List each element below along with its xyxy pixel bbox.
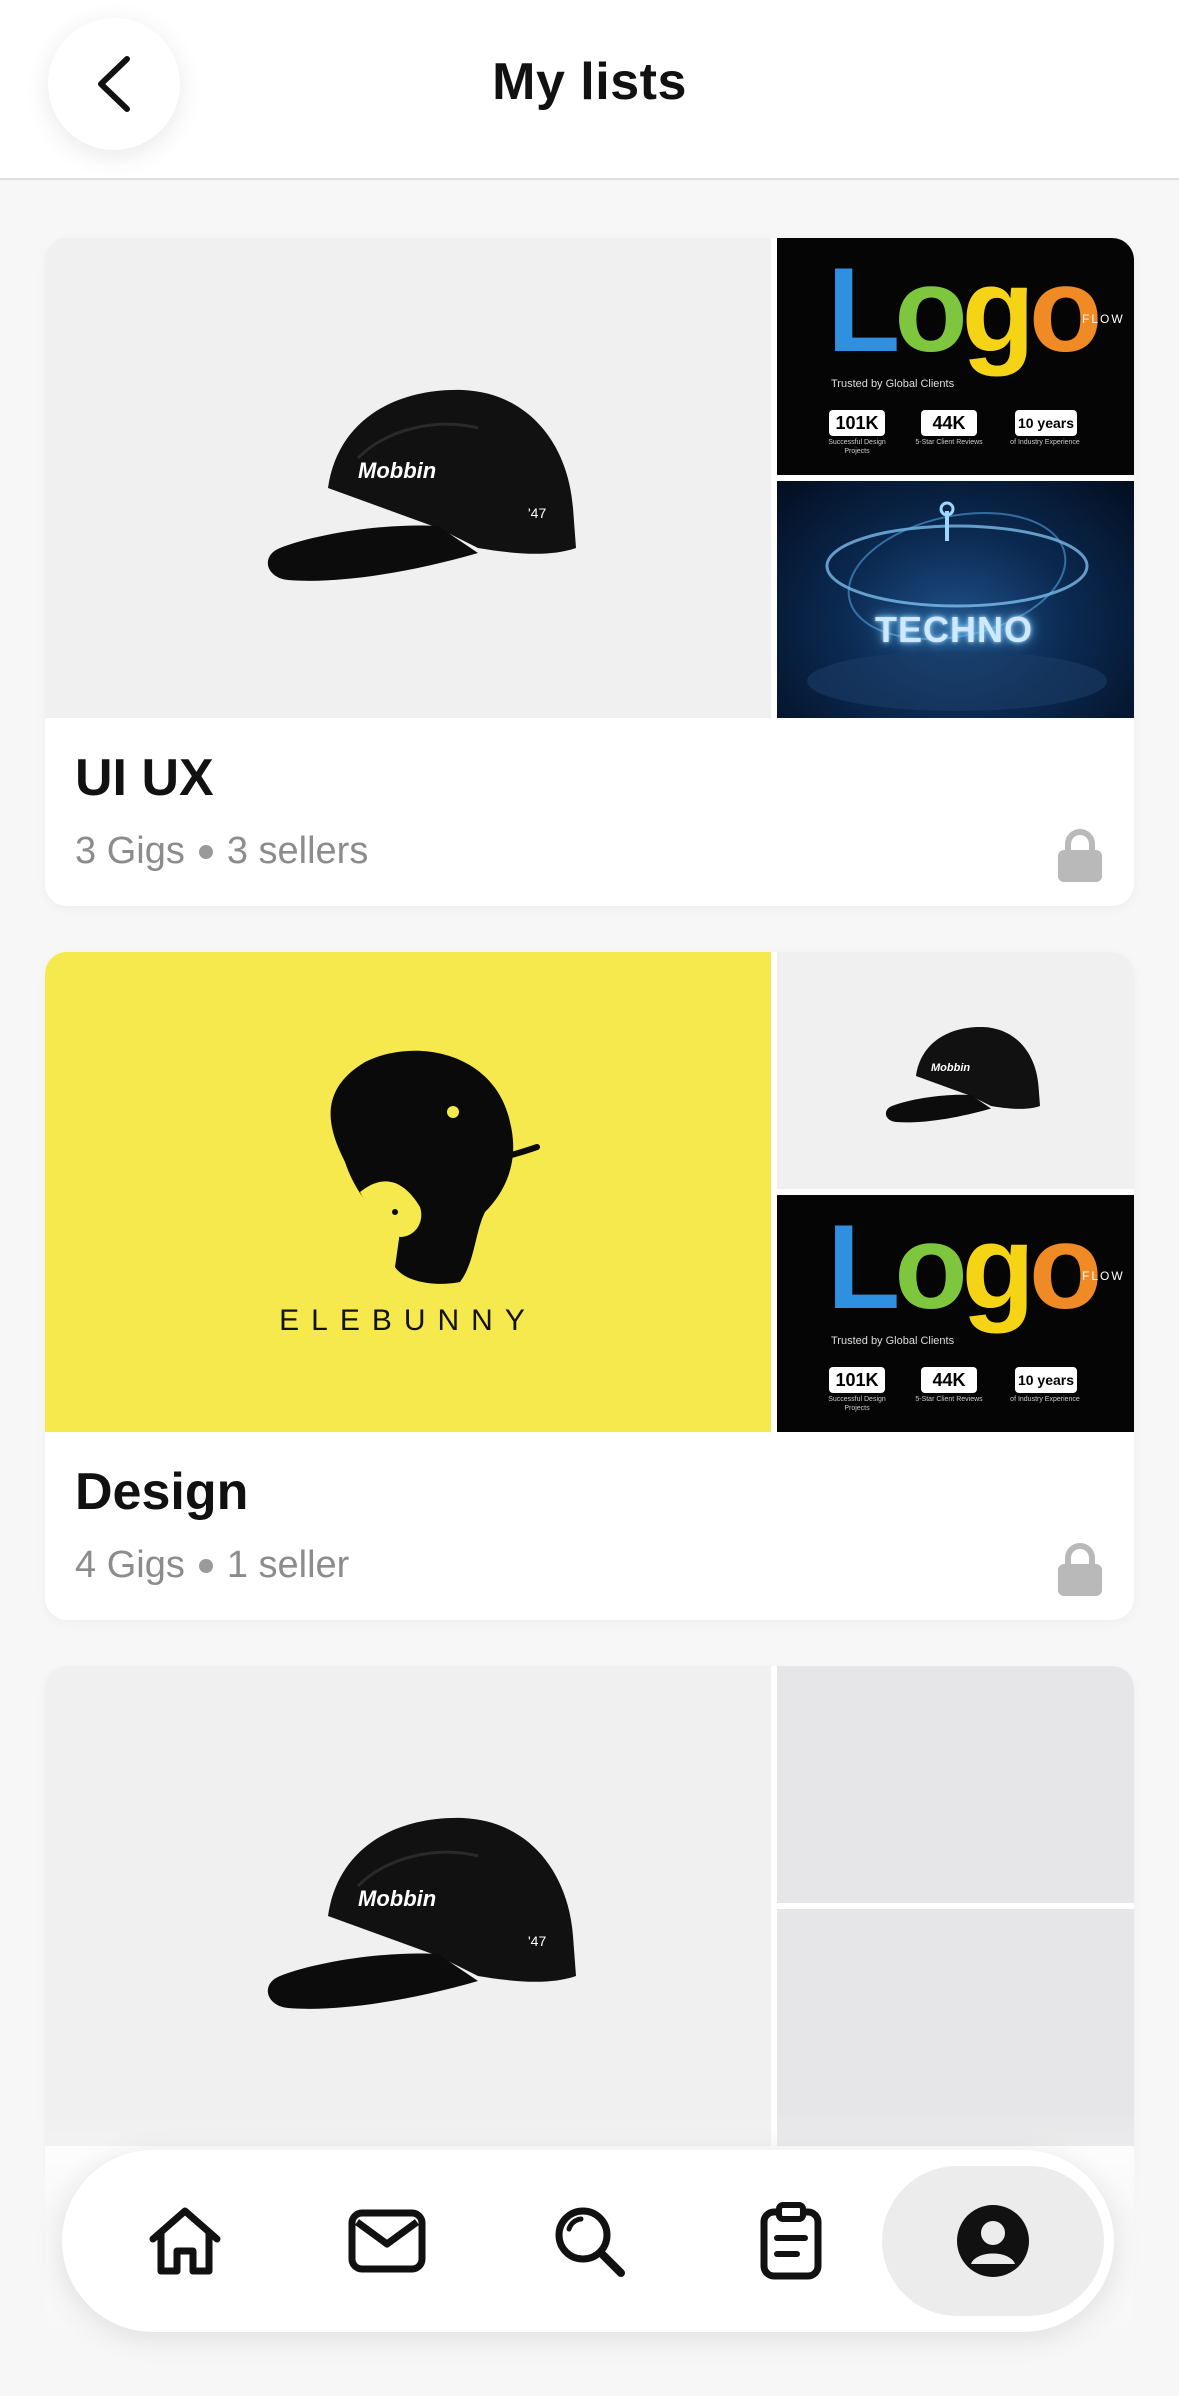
logo-flow-image: Logo FLOW Trusted by Global Clients 101K…	[777, 1195, 1134, 1432]
list-card-images: Mobbin '47 Logo FLOW Trusted by Global C…	[45, 238, 1134, 718]
bottom-nav	[62, 2150, 1114, 2332]
top-bar: My lists	[0, 0, 1179, 180]
list-title: UI UX	[75, 749, 214, 807]
elebunny-text: ELEBUNNY	[279, 1304, 537, 1337]
cap-product-image: Mobbin	[777, 952, 1134, 1189]
logo-flow-tag: FLOW	[1082, 312, 1125, 326]
logo-flow-trusted: Trusted by Global Clients	[831, 1335, 955, 1347]
logo-flow-wordmark: Logo	[827, 1200, 1102, 1334]
logo-flow-caption: 5-Star Client Reviews	[915, 439, 983, 446]
page-title: My lists	[492, 53, 687, 111]
home-icon	[149, 2207, 221, 2275]
logo-flow-caption: of Industry Experience	[1010, 439, 1080, 446]
techno-text: TECHNO	[875, 609, 1033, 650]
mail-icon	[348, 2209, 426, 2273]
logo-flow-stat: 101K	[829, 1367, 885, 1393]
elebunny-image: ELEBUNNY	[45, 952, 771, 1432]
nav-search[interactable]	[514, 2166, 664, 2316]
list-meta: 4 Gigs 1 seller	[75, 1544, 349, 1587]
nav-profile[interactable]	[882, 2166, 1104, 2316]
nav-orders[interactable]	[716, 2166, 866, 2316]
list-card-images: Mobbin '47	[45, 1666, 1134, 2146]
logo-flow-image: Logo FLOW Trusted by Global Clients 101K…	[777, 238, 1134, 475]
nav-home[interactable]	[110, 2166, 260, 2316]
cap-brand-text: Mobbin	[358, 458, 436, 483]
gig-count: 4 Gigs	[75, 1544, 185, 1586]
logo-flow-stat: 101K	[829, 410, 885, 436]
lock-icon	[1058, 829, 1102, 882]
cap-tag-text: '47	[528, 1933, 546, 1949]
list-card-ui-ux[interactable]: Mobbin '47 Logo FLOW Trusted by Global C…	[45, 238, 1134, 906]
cap-brand-text: Mobbin	[931, 1062, 970, 1074]
logo-flow-stat: 10 years	[1015, 410, 1077, 436]
list-title: Design	[75, 1463, 249, 1521]
list-card-design[interactable]: ELEBUNNY Mobbin Logo FLOW Trusted by Glo…	[45, 952, 1134, 1620]
logo-flow-trusted: Trusted by Global Clients	[831, 378, 955, 390]
logo-flow-caption: Successful Design Projects	[828, 439, 886, 455]
cap-tag-text: '47	[528, 505, 546, 521]
list-card-images: ELEBUNNY Mobbin Logo FLOW Trusted by Glo…	[45, 952, 1134, 1432]
cap-product-image: Mobbin '47	[45, 1666, 771, 2146]
logo-flow-stat: 10 years	[1015, 1367, 1077, 1393]
techno-image: TECHNO	[777, 481, 1134, 718]
profile-icon	[957, 2205, 1029, 2277]
logo-flow-stat: 44K	[921, 410, 977, 436]
logo-flow-tag: FLOW	[1082, 1269, 1125, 1283]
logo-flow-stat: 44K	[921, 1367, 977, 1393]
separator-dot	[198, 844, 213, 859]
cap-brand-text: Mobbin	[358, 1886, 436, 1911]
separator-dot	[198, 1558, 213, 1573]
clipboard-icon	[760, 2202, 822, 2280]
gig-count: 3 Gigs	[75, 830, 185, 872]
search-icon	[555, 2207, 625, 2277]
logo-flow-wordmark: Logo	[827, 243, 1102, 377]
seller-count: 3 sellers	[226, 830, 369, 872]
lock-icon	[1058, 1543, 1102, 1596]
logo-flow-caption: Successful Design Projects	[828, 1396, 886, 1412]
nav-inbox[interactable]	[312, 2166, 462, 2316]
empty-image-placeholder	[777, 1666, 1134, 1903]
seller-count: 1 seller	[226, 1544, 350, 1586]
cap-product-image: Mobbin '47	[45, 238, 771, 718]
logo-flow-caption: of Industry Experience	[1010, 1396, 1080, 1403]
logo-flow-caption: 5-Star Client Reviews	[915, 1396, 983, 1403]
list-meta: 3 Gigs 3 sellers	[75, 830, 368, 873]
